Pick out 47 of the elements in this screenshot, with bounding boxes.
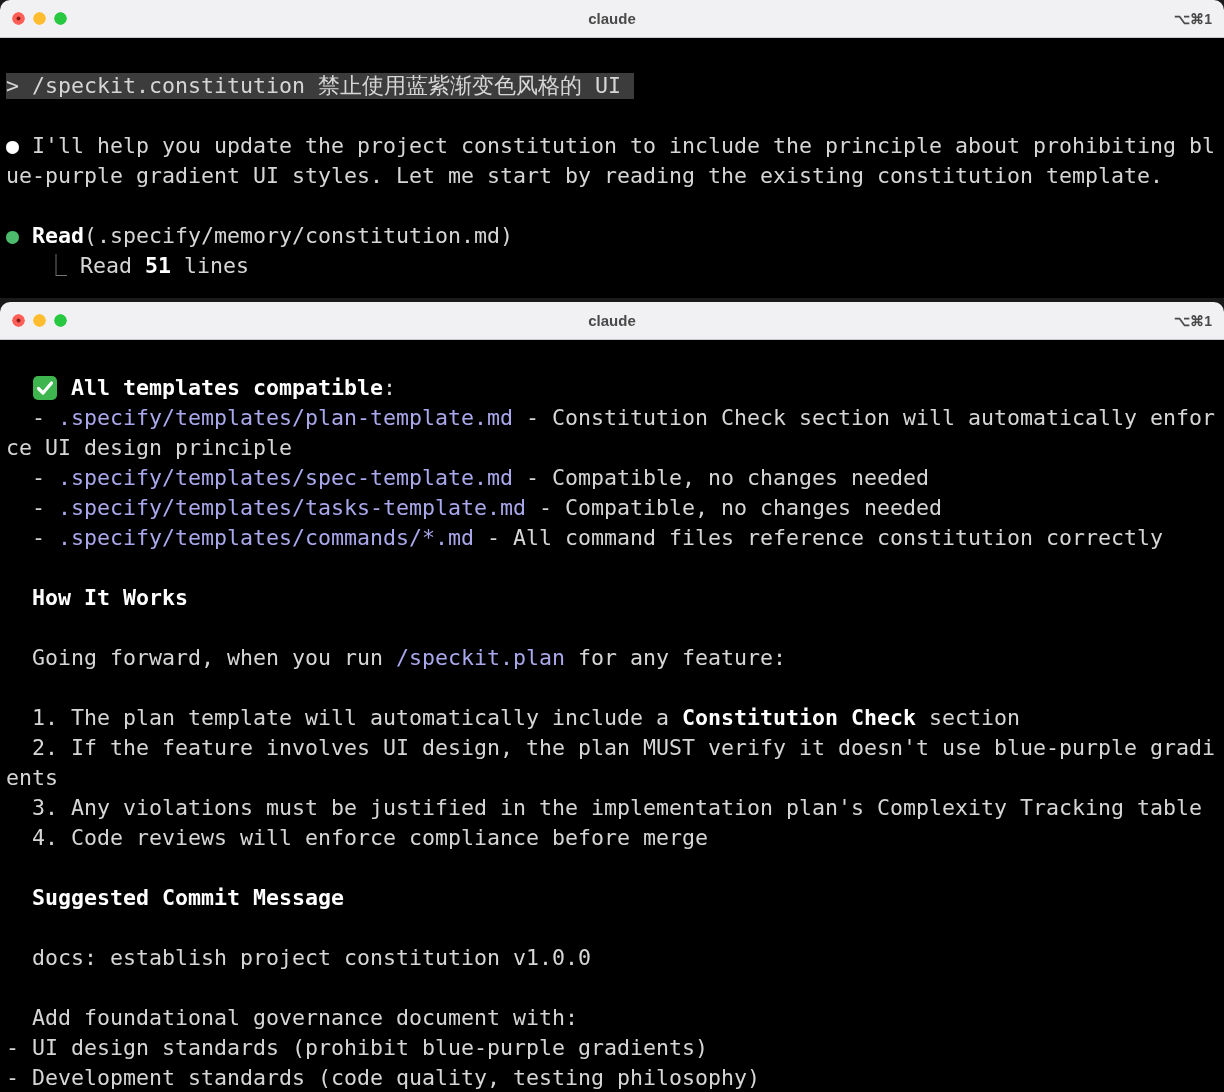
file-path: .specify/templates/tasks-template.md bbox=[58, 494, 527, 522]
section-heading: How It Works bbox=[32, 584, 188, 612]
window-title: claude bbox=[588, 312, 636, 329]
line-text: 4. Code reviews will enforce compliance before merge bbox=[32, 824, 709, 852]
keyboard-shortcut: ⌥⌘1 bbox=[1174, 312, 1212, 329]
line-text: - Compatible, no changes needed bbox=[526, 464, 930, 492]
list-dash: - bbox=[32, 404, 45, 432]
line-text: ue-purple gradient UI styles. Let me start by reading the existing constitution template. bbox=[6, 162, 1164, 190]
tool-call-text: Read(.specify/memory/constitution.md) bbox=[32, 222, 514, 250]
command-name: /speckit.plan bbox=[396, 644, 566, 672]
command-prompt: > /speckit.constitution 禁止使用蓝紫渐变色风格的 UI bbox=[6, 73, 634, 99]
file-path: .specify/templates/plan-template.md bbox=[58, 404, 514, 432]
checkmark-icon bbox=[32, 375, 58, 401]
close-button[interactable] bbox=[12, 12, 25, 25]
section-label: All templates compatible: bbox=[71, 374, 397, 402]
message-text: I'll help you update the project constitution to include the principle about prohibiting bl bbox=[32, 132, 1216, 160]
line-text: - Development standards (code quality, testing philosophy) bbox=[6, 1064, 761, 1092]
line-text: ce UI design principle bbox=[6, 434, 292, 462]
line-text: - Compatible, no changes needed bbox=[539, 494, 943, 522]
file-path: .specify/templates/spec-template.md bbox=[58, 464, 514, 492]
message-bullet: ● bbox=[6, 132, 19, 160]
line-text: Add foundational governance document with: bbox=[32, 1004, 579, 1032]
line-text: 3. Any violations must be justified in the implementation plan's Complexity Tracking table bbox=[32, 794, 1203, 822]
section-heading: Suggested Commit Message bbox=[32, 884, 344, 912]
tool-result-text: Read 51 lines bbox=[80, 252, 250, 280]
line-text: for any feature: bbox=[578, 644, 787, 672]
list-dash: - bbox=[32, 464, 45, 492]
tree-connector: ⎿ bbox=[45, 252, 67, 280]
keyboard-shortcut: ⌥⌘1 bbox=[1174, 10, 1212, 27]
minimize-button[interactable] bbox=[33, 314, 46, 327]
line-text: - UI design standards (prohibit blue-purple gradients) bbox=[6, 1034, 709, 1062]
zoom-button[interactable] bbox=[54, 12, 67, 25]
tool-status-bullet: ● bbox=[6, 222, 19, 250]
line-text: Going forward, when you run bbox=[32, 644, 383, 672]
window-title: claude bbox=[588, 10, 636, 27]
minimize-button[interactable] bbox=[33, 12, 46, 25]
line-text: ents bbox=[6, 764, 58, 792]
zoom-button[interactable] bbox=[54, 314, 67, 327]
line-text: docs: establish project constitution v1.0.0 bbox=[32, 944, 592, 972]
file-path: .specify/templates/commands/*.md bbox=[58, 524, 475, 552]
list-dash: - bbox=[32, 524, 45, 552]
line-text: 2. If the feature involves UI design, the plan MUST verify it doesn't use blue-purple gradi bbox=[32, 734, 1216, 762]
list-dash: - bbox=[32, 494, 45, 522]
line-text: - Constitution Check section will automatically enfor bbox=[526, 404, 1216, 432]
close-button[interactable] bbox=[12, 314, 25, 327]
line-text: - All command files reference constitution correctly bbox=[487, 524, 1164, 552]
line-text: 1. The plan template will automatically include a Constitution Check section bbox=[32, 704, 1021, 732]
